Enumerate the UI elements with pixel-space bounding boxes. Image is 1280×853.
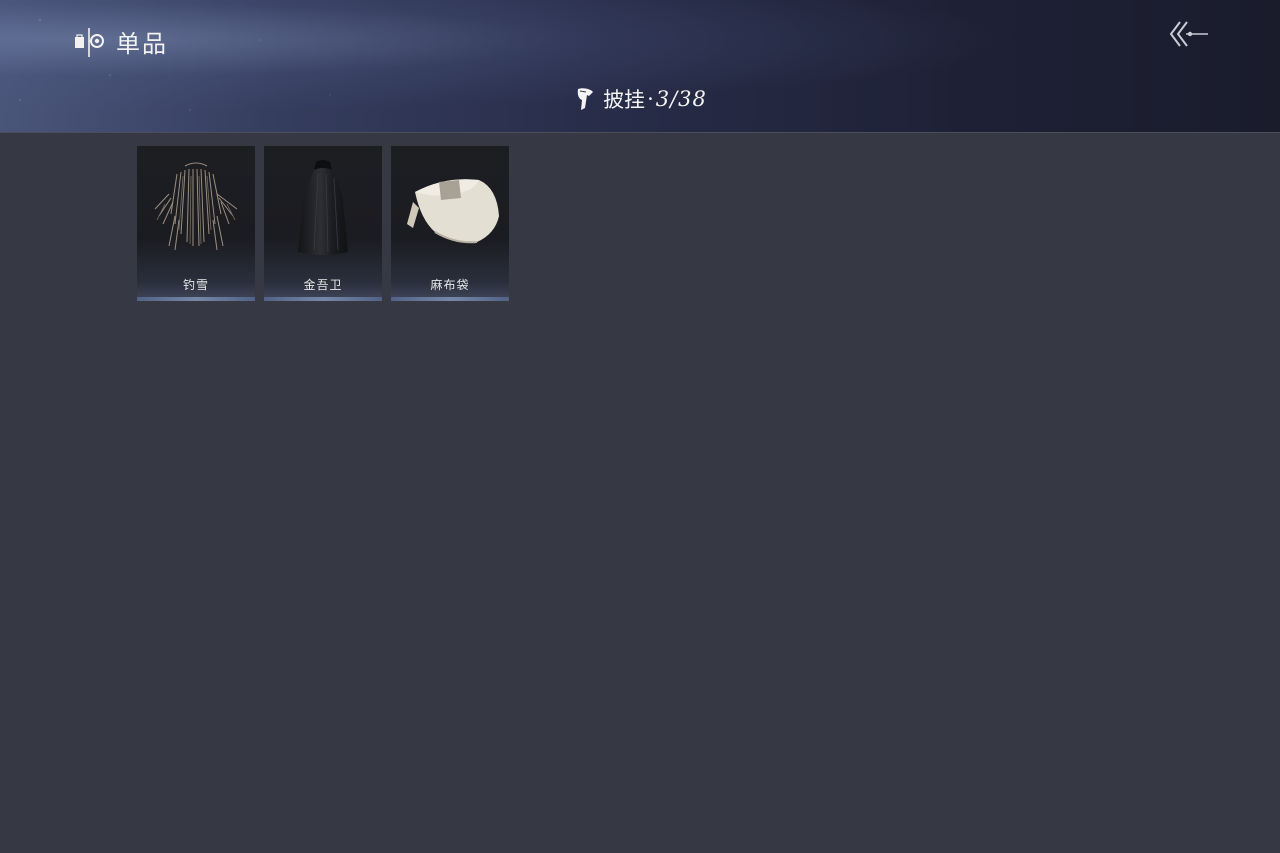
item-name: 麻布袋: [430, 278, 470, 292]
item-grid: 钓雪 金吾卫 麻布袋: [137, 146, 518, 301]
category-name: 披挂: [603, 88, 646, 112]
item-card-diaoxue[interactable]: 钓雪: [137, 146, 255, 301]
single-item-icon: [75, 27, 104, 57]
black-cloak-icon: [298, 160, 348, 255]
cape-icon: [577, 88, 594, 110]
item-name: 钓雪: [182, 278, 209, 292]
burlap-sack-icon: [407, 179, 499, 244]
top-header: 单品 披挂 · 3/38: [0, 0, 1280, 133]
item-card-mabudai[interactable]: 麻布袋: [391, 146, 509, 301]
back-arrow-icon: [1169, 21, 1208, 47]
straw-cape-icon: [154, 162, 238, 251]
category-title: 披挂 · 3/38: [0, 84, 1280, 114]
collection-count: 3/38: [655, 87, 707, 111]
section-title-label: 单品: [116, 30, 168, 58]
item-card-jinwuwei[interactable]: 金吾卫: [264, 146, 382, 301]
category-separator: ·: [647, 87, 654, 111]
section-title: 单品: [72, 24, 168, 59]
back-button[interactable]: [1166, 18, 1212, 52]
item-name: 金吾卫: [303, 278, 343, 292]
